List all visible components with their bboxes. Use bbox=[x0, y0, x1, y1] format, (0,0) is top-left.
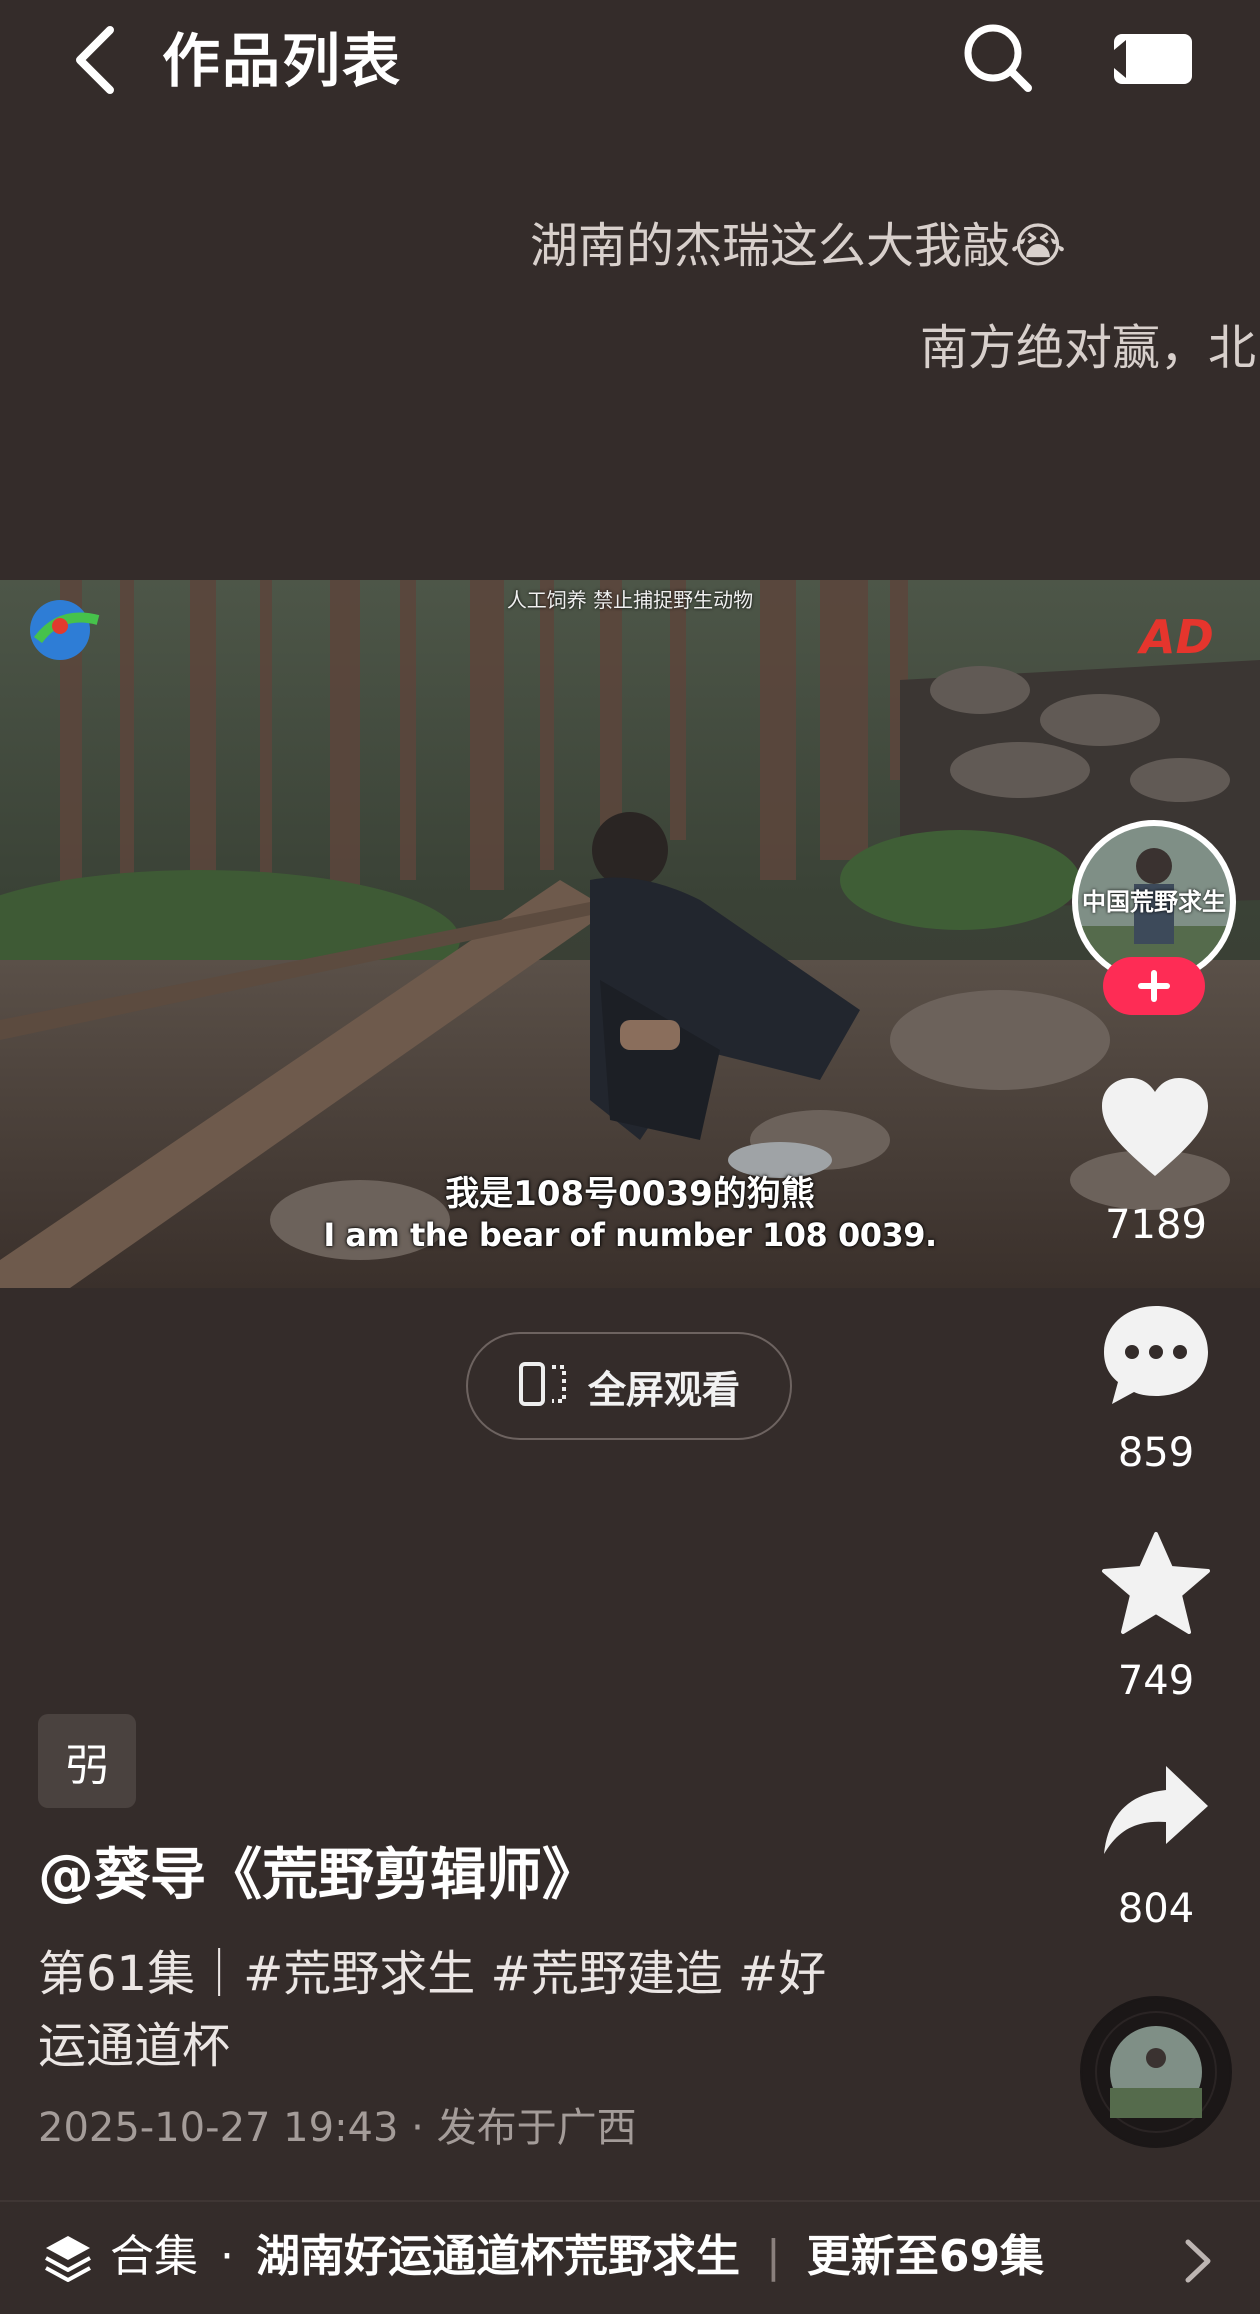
cast-icon[interactable] bbox=[1112, 30, 1194, 88]
back-icon[interactable] bbox=[60, 20, 130, 100]
collection-prefix: 合集 bbox=[110, 2231, 198, 2282]
danmaku-comment: 南方绝对赢，北 bbox=[920, 320, 1257, 376]
favorite-count: 749 bbox=[1117, 1658, 1195, 1704]
share-arrow-icon[interactable] bbox=[1100, 1764, 1212, 1858]
music-disc[interactable] bbox=[1080, 1996, 1232, 2148]
comment-icon[interactable] bbox=[1100, 1302, 1212, 1408]
fullscreen-label: 全屏观看 bbox=[587, 1367, 740, 1412]
favorite-star-icon[interactable] bbox=[1100, 1530, 1212, 1638]
page-title: 作品列表 bbox=[162, 27, 403, 95]
video-subtitle-cn: 我是108号0039的狗熊 bbox=[445, 1174, 815, 1214]
comment-count: 859 bbox=[1117, 1430, 1195, 1476]
post-meta: 2025-10-27 19:43 · 发布于广西 bbox=[38, 2105, 637, 2151]
rotate-screen-icon bbox=[518, 1361, 570, 1411]
watermark-logo: AD bbox=[1140, 610, 1214, 664]
post-description-line: 运通道杯 bbox=[38, 2018, 231, 2074]
chevron-right-icon[interactable] bbox=[1180, 2236, 1216, 2286]
author-avatar[interactable]: 中国荒野求生 bbox=[1078, 826, 1230, 978]
layers-icon bbox=[42, 2232, 94, 2284]
video-notice: 人工饲养 禁止捕捉野生动物 bbox=[506, 588, 754, 612]
collection-name: 湖南好运通道杯荒野求生 bbox=[256, 2231, 740, 2282]
collection-update: 更新至69集 bbox=[806, 2231, 1045, 2282]
follow-button[interactable] bbox=[1103, 957, 1205, 1015]
collection-dot: · bbox=[220, 2231, 234, 2282]
search-icon[interactable] bbox=[960, 20, 1036, 96]
avatar-text: 中国荒野求生 bbox=[1082, 888, 1226, 916]
author-name[interactable]: @葵导《荒野剪辑师》 bbox=[38, 1836, 598, 1916]
collection-separator: | bbox=[766, 2231, 781, 2282]
post-description-line: 第61集｜#荒野求生 #荒野建造 #好 bbox=[38, 1946, 827, 2002]
like-count: 7189 bbox=[1105, 1202, 1207, 1248]
like-icon[interactable] bbox=[1100, 1076, 1210, 1180]
collection-info[interactable]: 合集 · 湖南好运通道杯荒野求生 | 更新至69集 bbox=[110, 2226, 1044, 2288]
fullscreen-button[interactable]: 全屏观看 bbox=[466, 1332, 792, 1440]
post-description: 第61集｜#荒野求生 #荒野建造 #好 运通道杯 bbox=[38, 1938, 898, 2082]
tag-chip[interactable]: 弜 bbox=[38, 1714, 136, 1808]
share-count: 804 bbox=[1117, 1886, 1195, 1932]
video-subtitle-en: I am the bear of number 108 0039. bbox=[323, 1216, 937, 1254]
danmaku-comment: 湖南的杰瑞这么大我敲😭 bbox=[530, 218, 1067, 274]
